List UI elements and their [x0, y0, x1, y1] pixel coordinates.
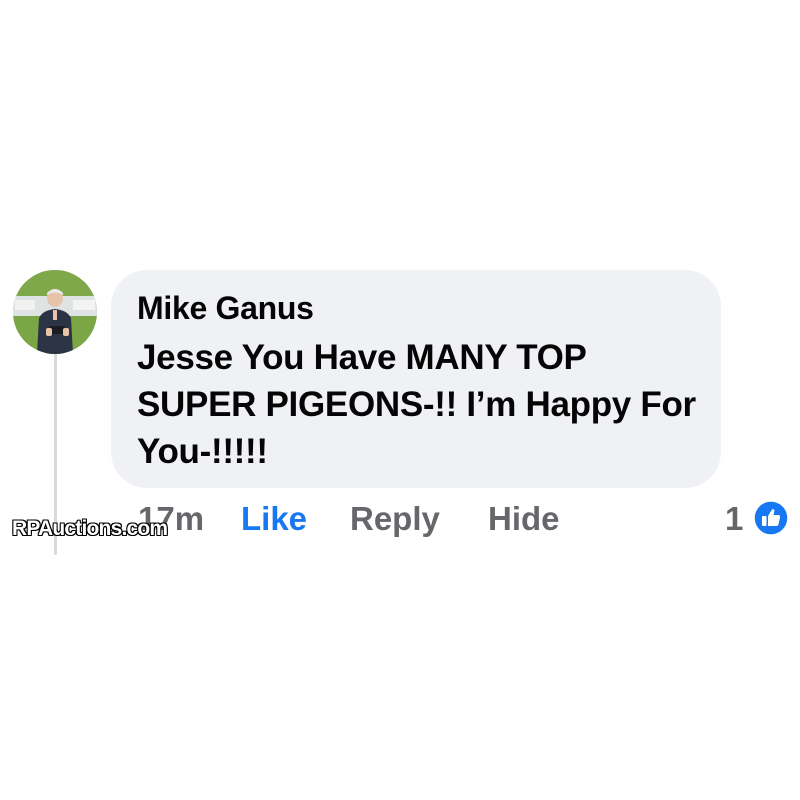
watermark: RPAuctions.com: [12, 517, 168, 540]
comment-bubble: Mike Ganus Jesse You Have MANY TOP SUPER…: [111, 270, 721, 488]
comment-card: Mike Ganus Jesse You Have MANY TOP SUPER…: [0, 0, 800, 800]
avatar[interactable]: [13, 270, 97, 354]
reaction-count[interactable]: 1: [725, 496, 743, 542]
reply-button[interactable]: Reply: [350, 496, 440, 542]
comment-text: Jesse You Have MANY TOP SUPER PIGEONS-!!…: [137, 338, 696, 471]
author-name[interactable]: Mike Ganus: [137, 288, 697, 328]
hide-button[interactable]: Hide: [488, 496, 560, 542]
avatar-photo: [13, 270, 97, 354]
like-button[interactable]: Like: [241, 496, 307, 542]
thumbs-up-icon[interactable]: [753, 500, 789, 536]
